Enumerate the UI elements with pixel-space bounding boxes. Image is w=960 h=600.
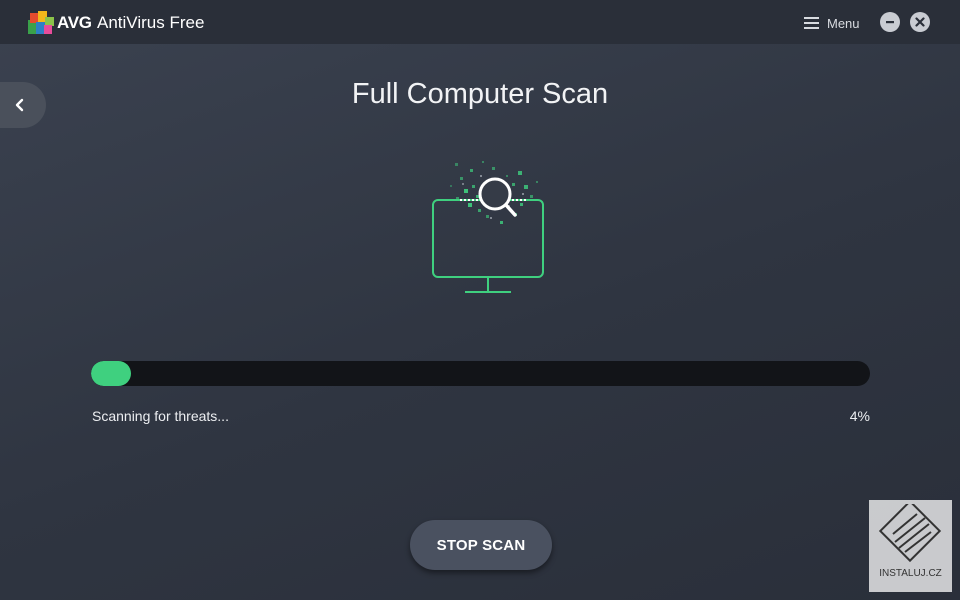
instaluj-watermark: INSTALUJ.CZ <box>869 500 952 592</box>
app-title: AntiVirus Free <box>97 13 205 32</box>
monitor-search-icon <box>432 161 544 293</box>
page-title: Full Computer Scan <box>351 78 609 110</box>
menu-label: Menu <box>827 15 860 31</box>
minus-icon <box>886 21 894 24</box>
brand-name: AVG <box>57 13 92 32</box>
menu-button[interactable]: Menu <box>804 13 860 33</box>
close-button[interactable] <box>910 12 930 32</box>
scan-progress-fill <box>91 361 131 386</box>
scan-progress-bar <box>91 361 870 386</box>
scan-percent-text: 4% <box>849 408 870 424</box>
scan-status-text: Scanning for threats... <box>92 408 229 424</box>
watermark-text: INSTALUJ.CZ <box>879 568 942 579</box>
close-icon <box>915 17 925 27</box>
avg-window: AVG AntiVirus Free Menu Full Computer Sc… <box>0 0 960 600</box>
stop-scan-button[interactable]: STOP SCAN <box>410 520 552 570</box>
hamburger-icon <box>804 14 819 32</box>
title-bar: AVG AntiVirus Free Menu <box>0 0 960 44</box>
avg-logo-icon <box>28 11 54 34</box>
minimize-button[interactable] <box>880 12 900 32</box>
instaluj-logo-icon <box>878 504 942 563</box>
